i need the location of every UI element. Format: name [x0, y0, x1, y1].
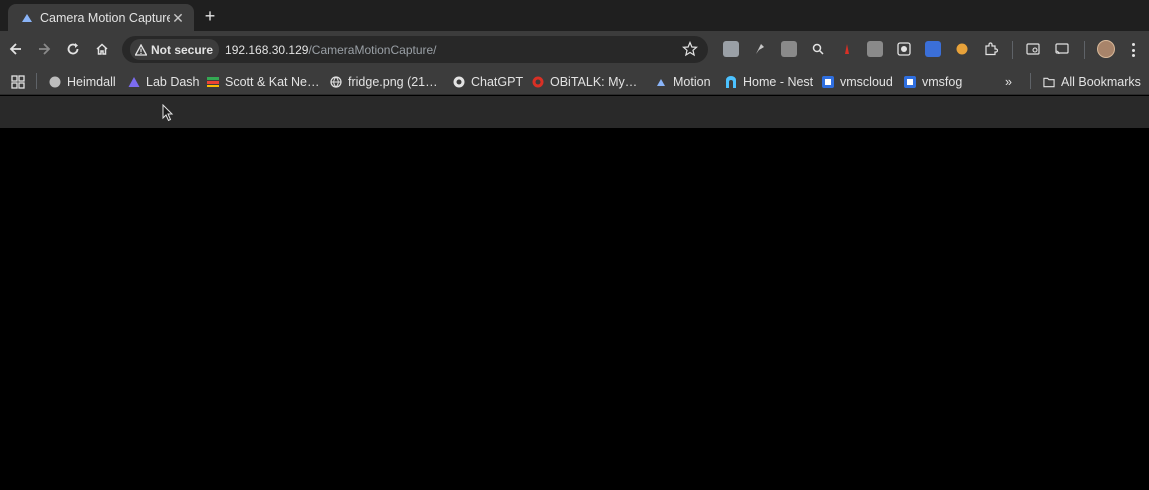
extension-1-icon[interactable]: [723, 41, 739, 57]
search-extension-icon[interactable]: [810, 41, 826, 57]
bookmark-lab-dash[interactable]: Lab Dash: [128, 72, 200, 92]
heimdall-icon: [49, 76, 61, 88]
extension-red-icon[interactable]: [839, 41, 855, 57]
folder-icon: [1043, 76, 1055, 88]
bookmark-vmscloud[interactable]: vmscloud: [822, 72, 893, 92]
profile-avatar[interactable]: [1097, 40, 1115, 58]
bookmark-obitalk[interactable]: OBiTALK: My…: [532, 72, 637, 92]
toolbar-divider: [1084, 41, 1085, 59]
chatgpt-icon: [453, 76, 465, 88]
bookmark-vmsfog[interactable]: vmsfog: [904, 72, 962, 92]
back-button[interactable]: [4, 37, 28, 61]
apps-grid-icon[interactable]: [11, 72, 25, 92]
toolbar-divider: [1012, 41, 1013, 59]
not-secure-label: Not secure: [151, 42, 214, 57]
mouse-cursor-icon: [162, 104, 174, 122]
bookmark-star-icon[interactable]: [682, 41, 698, 57]
nest-icon: [725, 76, 737, 88]
bookmark-fridge[interactable]: fridge.png (21…: [330, 72, 438, 92]
extension-printer-icon[interactable]: [867, 41, 883, 57]
bookmark-scott-kat[interactable]: Scott & Kat Ne…: [207, 72, 319, 92]
url-path: /CameraMotionCapture/: [308, 42, 437, 57]
address-bar[interactable]: Not secure 192.168.30.129/CameraMotionCa…: [122, 36, 708, 63]
list-icon: [207, 76, 219, 88]
tab-camera-motion-capture[interactable]: Camera Motion Capture ✕: [8, 4, 194, 31]
home-button[interactable]: [90, 37, 114, 61]
url-host: 192.168.30.129: [225, 42, 309, 57]
obitalk-icon: [532, 76, 544, 88]
reload-button[interactable]: [61, 37, 85, 61]
all-bookmarks-button[interactable]: All Bookmarks: [1043, 72, 1141, 92]
extension-2-icon[interactable]: [752, 41, 768, 57]
new-tab-button[interactable]: +: [200, 6, 220, 26]
rss-icon[interactable]: [781, 41, 797, 57]
bitwarden-icon[interactable]: [925, 41, 941, 57]
bookmark-heimdall[interactable]: Heimdall: [49, 72, 116, 92]
bookmarks-divider: [1030, 73, 1031, 89]
warning-icon: [135, 43, 147, 56]
extensions-puzzle-icon[interactable]: [983, 41, 999, 57]
bookmarks-bar: Heimdall Lab Dash Scott & Kat Ne… fridge…: [0, 68, 1149, 95]
tab-strip: Camera Motion Capture ✕ +: [0, 0, 1149, 31]
bookmarks-divider: [36, 73, 37, 89]
chrome-menu-icon[interactable]: [1126, 41, 1140, 59]
bookmark-chatgpt[interactable]: ChatGPT: [453, 72, 523, 92]
page-content: [0, 128, 1149, 490]
security-chip[interactable]: Not secure: [130, 39, 220, 60]
cast-icon[interactable]: [1054, 41, 1070, 57]
extension-orange-icon[interactable]: [954, 41, 970, 57]
globe-icon: [330, 76, 342, 88]
close-tab-icon[interactable]: ✕: [170, 10, 186, 26]
bookmark-home-nest[interactable]: Home - Nest: [725, 72, 813, 92]
motion-icon: [655, 76, 667, 88]
forward-arrow-icon: [39, 43, 51, 55]
toolbar: Not secure 192.168.30.129/CameraMotionCa…: [0, 31, 1149, 68]
motion-favicon-icon: [20, 11, 34, 25]
vms-icon: [822, 76, 834, 88]
tab-title: Camera Motion Capture: [40, 10, 170, 25]
triangle-icon: [128, 76, 140, 88]
vms-icon: [904, 76, 916, 88]
bookmark-motion[interactable]: Motion: [655, 72, 711, 92]
home-icon: [96, 43, 108, 55]
back-arrow-icon: [9, 43, 21, 55]
bookmarks-overflow-icon[interactable]: »: [1005, 72, 1012, 92]
reload-icon: [67, 43, 79, 55]
forward-button[interactable]: [32, 37, 56, 61]
screenshot-extension-icon[interactable]: [896, 41, 912, 57]
tab-search-icon[interactable]: [1025, 41, 1041, 57]
